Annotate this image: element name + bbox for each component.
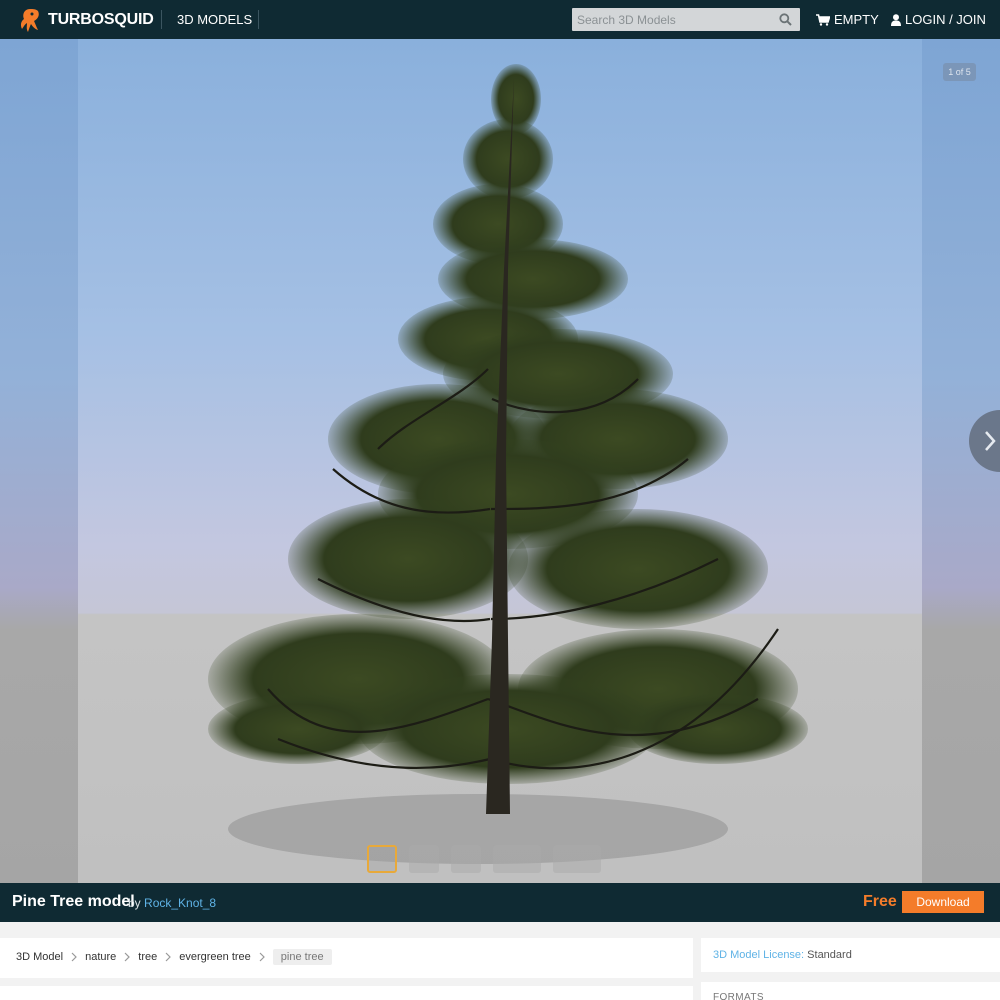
thumbnail-4[interactable] <box>493 845 541 873</box>
breadcrumb-current[interactable]: pine tree <box>272 949 332 965</box>
author-line: by Rock_Knot_8 <box>128 896 216 910</box>
search-box <box>572 8 800 31</box>
cart-label: EMPTY <box>834 12 879 27</box>
pine-tree-render <box>208 64 808 864</box>
license-link[interactable]: 3D Model License: <box>713 949 804 961</box>
license-info: 3D Model License: Standard <box>713 949 852 961</box>
price-label: Free <box>863 893 897 910</box>
top-navbar: TURBOSQUID 3D MODELS EMPTY LOGIN / JOIN <box>0 0 1000 39</box>
breadcrumb-panel: 3D Model nature tree evergreen tree pine… <box>0 938 693 978</box>
search-input[interactable] <box>572 8 772 31</box>
search-icon[interactable] <box>779 13 792 26</box>
license-panel: 3D Model License: Standard <box>701 938 1000 972</box>
squid-logo-icon <box>20 9 39 32</box>
cart-icon <box>816 13 830 26</box>
product-title: Pine Tree model <box>12 893 135 910</box>
by-text: by <box>128 896 141 910</box>
thumbnail-strip <box>367 844 601 874</box>
breadcrumb-item[interactable]: nature <box>85 951 116 963</box>
breadcrumb-item[interactable]: tree <box>138 951 157 963</box>
chevron-right-icon <box>124 952 131 962</box>
license-value: Standard <box>807 949 852 961</box>
brand-name: TURBOSQUID <box>48 11 154 28</box>
thumbnail-5[interactable] <box>553 845 601 873</box>
breadcrumb-item[interactable]: evergreen tree <box>179 951 251 963</box>
login-join-button[interactable]: LOGIN / JOIN <box>891 12 986 27</box>
author-link[interactable]: Rock_Knot_8 <box>144 896 216 910</box>
chevron-right-icon <box>165 952 172 962</box>
thumbnail-3[interactable] <box>451 845 481 873</box>
viewer-backdrop-left <box>0 39 78 883</box>
nav-3d-models-link[interactable]: 3D MODELS <box>177 12 252 27</box>
turbosquid-logo[interactable]: TURBOSQUID <box>18 6 154 34</box>
chevron-right-icon <box>259 952 265 962</box>
chevron-right-icon <box>71 952 77 962</box>
product-title-bar: Pine Tree model by Rock_Knot_8 Free Down… <box>0 883 1000 922</box>
thumbnail-2[interactable] <box>409 845 439 873</box>
description-panel <box>0 986 693 1000</box>
download-button[interactable]: Download <box>902 891 984 913</box>
model-viewer[interactable]: 1 of 5 <box>0 39 1000 883</box>
chevron-right-icon <box>985 431 996 451</box>
cart-button[interactable]: EMPTY <box>816 12 879 27</box>
formats-panel: FORMATS <box>701 982 1000 1000</box>
thumbnail-1[interactable] <box>367 845 397 873</box>
nav-divider <box>161 10 162 29</box>
formats-heading: FORMATS <box>713 992 764 1000</box>
breadcrumb-item[interactable]: 3D Model <box>16 951 63 963</box>
user-icon <box>891 13 901 26</box>
image-counter: 1 of 5 <box>943 63 976 81</box>
nav-divider <box>258 10 259 29</box>
breadcrumb: 3D Model nature tree evergreen tree pine… <box>16 949 332 965</box>
login-label: LOGIN / JOIN <box>905 12 986 27</box>
